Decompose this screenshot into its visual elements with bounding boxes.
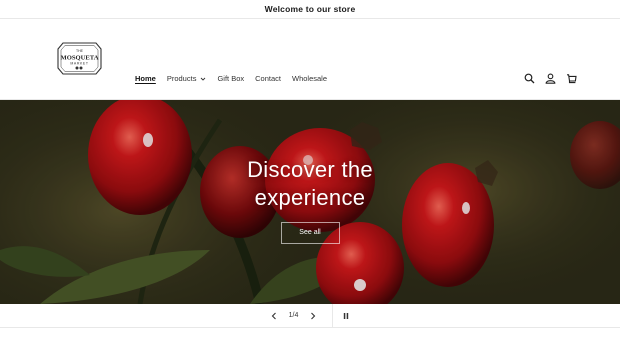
account-button[interactable] [544, 72, 556, 84]
nav-item-label: Gift Box [217, 74, 245, 83]
see-all-button[interactable]: See all [280, 222, 340, 244]
previous-slide-button[interactable] [267, 309, 281, 323]
nav-item-label: Contact [255, 74, 281, 83]
nav-item-label: Products [166, 74, 197, 83]
logo-name-text: MOSQUETA [61, 55, 99, 62]
account-icon [545, 73, 555, 84]
logo-sub-text: MARKET [70, 62, 88, 66]
chevron-right-icon [311, 312, 316, 319]
search-button[interactable] [523, 72, 535, 84]
cart-button[interactable] [565, 72, 577, 84]
announcement-text: Welcome to our store [264, 4, 356, 14]
hero-title: Discover the experience [0, 156, 620, 212]
chevron-left-icon [271, 312, 276, 319]
controls-divider [332, 303, 334, 328]
logo-top-text: THE [76, 49, 84, 53]
hero-content: Discover the experience See all [0, 156, 620, 244]
search-icon [524, 73, 534, 83]
main-nav: Home Products Gift Box Contact Wholesale [135, 74, 338, 83]
nav-item-home[interactable]: Home [135, 74, 156, 83]
nav-item-gift-box[interactable]: Gift Box [217, 74, 244, 83]
hero-title-line-1: Discover the [247, 157, 373, 182]
nav-item-wholesale[interactable]: Wholesale [292, 74, 327, 83]
nav-item-label: Home [135, 74, 156, 83]
chevron-down-icon [201, 77, 206, 81]
store-logo[interactable]: THE MOSQUETA MARKET [54, 40, 105, 77]
hero-title-line-2: experience [254, 185, 366, 210]
announcement-bar: Welcome to our store [0, 0, 620, 19]
cart-icon [566, 73, 577, 83]
next-slide-button[interactable] [306, 309, 320, 323]
header-icons [514, 72, 577, 84]
pause-icon [344, 312, 349, 319]
nav-item-products[interactable]: Products [167, 74, 207, 83]
site-header: THE MOSQUETA MARKET Home Products Gift B… [0, 19, 620, 100]
slide-counter: 1/4 [288, 312, 299, 319]
pause-slideshow-button[interactable] [339, 309, 353, 323]
logo-badge-icon: THE MOSQUETA MARKET [57, 42, 102, 75]
slideshow-controls: 1/4 [0, 303, 620, 328]
nav-item-contact[interactable]: Contact [255, 74, 281, 83]
nav-item-label: Wholesale [292, 74, 328, 83]
hero-slideshow: Discover the experience See all [0, 100, 620, 304]
